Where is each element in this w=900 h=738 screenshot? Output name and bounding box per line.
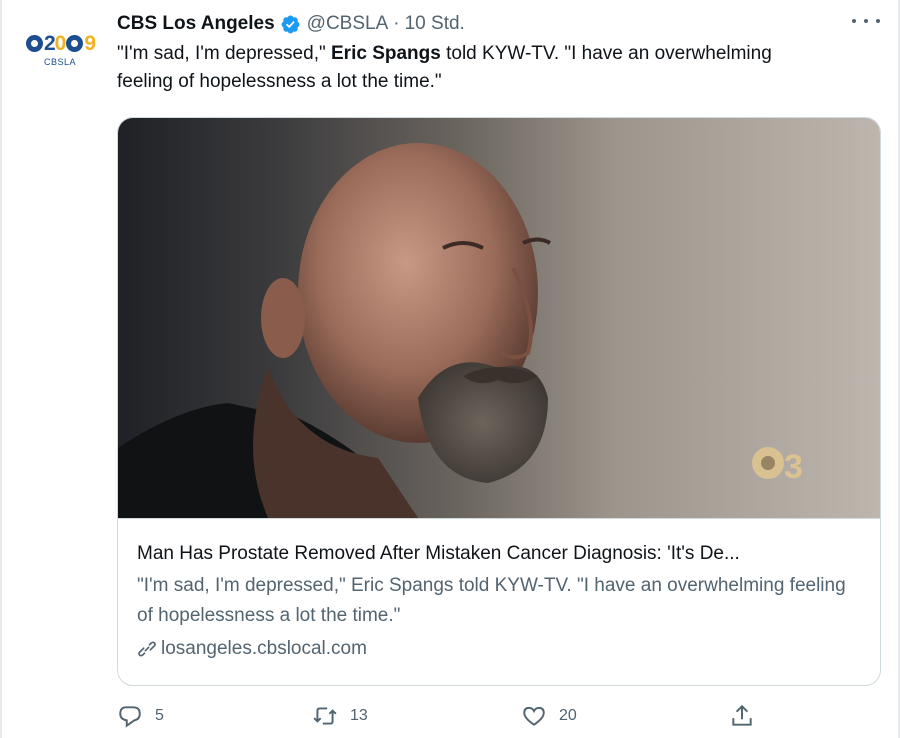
display-name[interactable]: CBS Los Angeles (117, 13, 275, 35)
card-image: 3 (118, 118, 880, 518)
link-card[interactable]: 3 Man Has Prostate Removed After Mistake… (117, 117, 881, 686)
cbs-eye-icon (25, 35, 43, 52)
like-icon (523, 706, 545, 726)
retweet-button[interactable]: 13 (312, 700, 368, 732)
logo-digit: 0 (54, 32, 67, 55)
tweet-text: "I'm sad, I'm depressed," Eric Spangs to… (117, 40, 807, 96)
cbs-eye-icon (66, 35, 84, 52)
reply-count: 5 (155, 707, 164, 724)
card-divider (118, 518, 880, 519)
tweet-text-bold: Eric Spangs (331, 43, 441, 64)
logo-subtitle: CBSLA (43, 57, 76, 67)
handle[interactable]: @CBSLA (307, 13, 389, 35)
separator-dot: · (393, 13, 400, 34)
like-count: 20 (559, 707, 577, 724)
cbs3-watermark-icon: 3 (752, 447, 803, 486)
avatar[interactable]: 2 0 9 CBSLA (20, 10, 100, 90)
share-button[interactable] (729, 700, 767, 732)
action-bar: 5 13 20 (117, 700, 777, 732)
card-domain-text: losangeles.cbslocal.com (161, 638, 367, 659)
share-icon (732, 704, 752, 726)
verified-badge-icon (281, 15, 300, 33)
like-button[interactable]: 20 (521, 700, 577, 732)
timestamp[interactable]: 10 Std. (405, 13, 465, 35)
retweet-icon (313, 707, 337, 725)
reply-button[interactable]: 5 (117, 700, 164, 732)
frame-border-left (0, 0, 2, 738)
tweet-text-part: "I'm sad, I'm depressed," (117, 43, 331, 64)
logo-digit: 2 (43, 32, 56, 55)
card-domain[interactable]: losangeles.cbslocal.com (137, 635, 367, 663)
card-description: "I'm sad, I'm depressed," Eric Spangs to… (137, 575, 846, 626)
link-icon (138, 641, 156, 657)
cbs-logo: 2 0 9 (25, 32, 96, 55)
retweet-count: 13 (350, 707, 368, 724)
card-title[interactable]: Man Has Prostate Removed After Mistaken … (137, 541, 862, 567)
logo-digit: 9 (84, 32, 96, 55)
reply-icon (119, 706, 141, 728)
watermark-number: 3 (784, 448, 803, 486)
more-icon[interactable] (852, 10, 880, 32)
tweet-header: CBS Los Angeles @CBSLA · 10 Std. (117, 10, 465, 38)
